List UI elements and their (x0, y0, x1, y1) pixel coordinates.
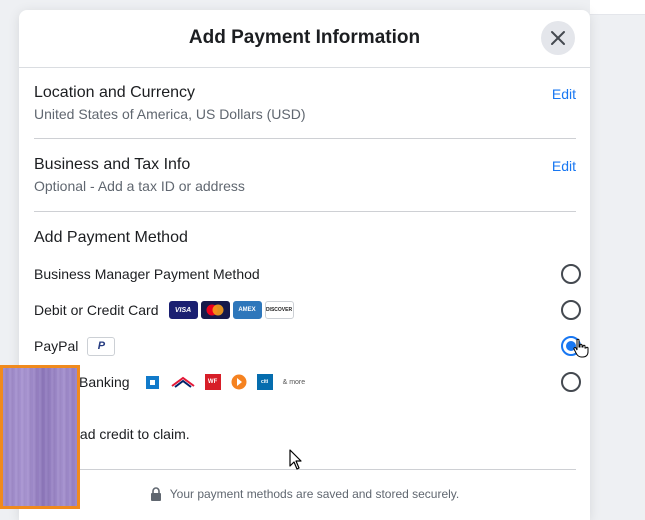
close-icon (551, 31, 565, 45)
amex-logo: AMEX (232, 301, 262, 319)
radio-business-manager[interactable] (561, 264, 581, 284)
divider (34, 469, 576, 470)
video-thumbnail-overlay (0, 365, 80, 509)
chase-logo-icon (145, 374, 161, 390)
bank-of-america-logo-icon (171, 374, 195, 390)
modal-title: Add Payment Information (188, 27, 421, 48)
radio-card[interactable] (561, 300, 581, 320)
location-currency-section: Location and Currency United States of A… (34, 84, 576, 122)
secure-text: Your payment methods are saved and store… (169, 487, 460, 501)
location-edit-link[interactable]: Edit (552, 86, 576, 102)
thumbnail-texture (3, 368, 77, 506)
payment-method-section: Add Payment Method (34, 229, 576, 247)
paypal-logo: P (87, 336, 116, 356)
location-value: United States of America, US Dollars (US… (34, 106, 306, 122)
option-label: Business Manager Payment Method (34, 266, 260, 282)
secure-notice: Your payment methods are saved and store… (19, 487, 590, 501)
business-edit-link[interactable]: Edit (552, 158, 576, 174)
discover-logo: DISCOVER (264, 301, 294, 319)
payment-option-business-manager[interactable]: Business Manager Payment Method (34, 261, 581, 287)
option-label: Banking (79, 374, 130, 390)
arrow-cursor-icon (289, 449, 302, 470)
card-logos: VISA AMEX DISCOVER (168, 301, 294, 319)
payment-option-banking[interactable]: Banking WF citi & more (34, 369, 581, 395)
more-banks-label: & more (282, 378, 306, 386)
location-title: Location and Currency (34, 84, 195, 101)
citi-logo: citi (256, 374, 273, 390)
divider (34, 211, 576, 212)
visa-logo: VISA (168, 301, 198, 319)
us-bank-logo-icon (231, 374, 247, 390)
payment-title: Add Payment Method (34, 229, 188, 246)
close-button[interactable] (541, 21, 575, 55)
radio-banking[interactable] (561, 372, 581, 392)
modal-header: Add Payment Information (19, 10, 590, 68)
add-payment-modal: Add Payment Information Location and Cur… (19, 10, 590, 520)
wells-fargo-logo: WF (204, 374, 221, 390)
lock-icon (150, 487, 161, 501)
bank-logos: WF citi & more (145, 374, 306, 390)
background-page-strip (590, 0, 645, 15)
business-title: Business and Tax Info (34, 156, 191, 173)
divider (34, 138, 576, 139)
payment-option-card[interactable]: Debit or Credit Card VISA AMEX DISCOVER (34, 297, 581, 323)
business-value: Optional - Add a tax ID or address (34, 178, 245, 194)
option-label: Debit or Credit Card (34, 302, 159, 318)
option-label: PayPal (34, 338, 79, 354)
payment-option-paypal[interactable]: PayPal P (34, 333, 581, 359)
business-tax-section: Business and Tax Info Optional - Add a t… (34, 156, 576, 194)
hand-cursor-icon (573, 338, 589, 358)
mastercard-logo (200, 301, 230, 319)
